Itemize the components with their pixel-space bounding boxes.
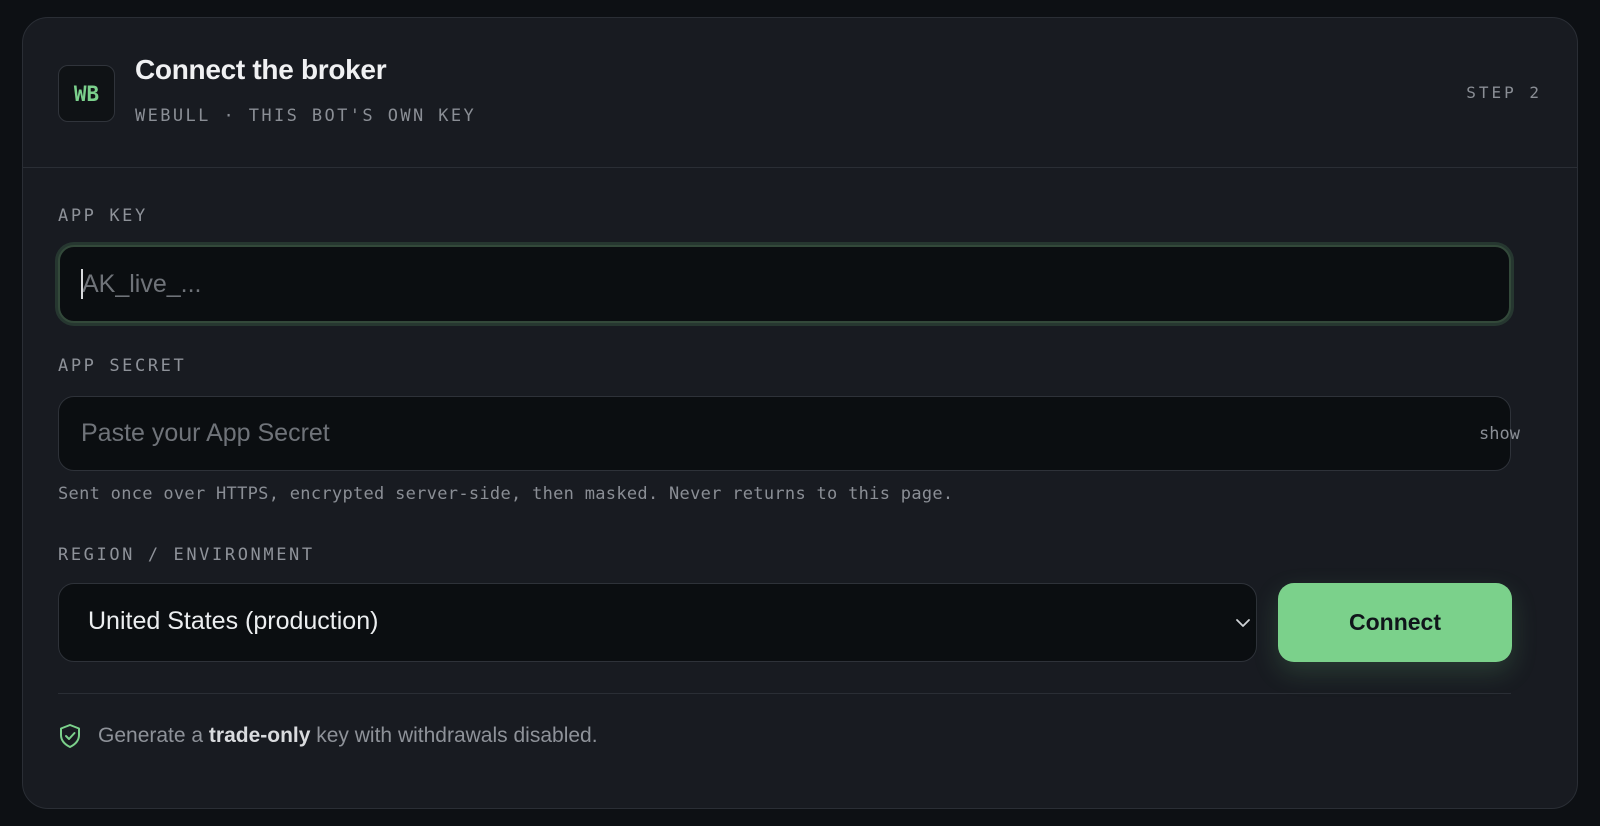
app-secret-input[interactable]	[58, 396, 1511, 471]
broker-logo: WB	[58, 65, 115, 122]
card-header: WB Connect the broker WEBULL · THIS BOT'…	[23, 18, 1577, 168]
region-label: REGION / ENVIRONMENT	[58, 545, 315, 565]
app-key-input[interactable]	[58, 245, 1511, 323]
app-key-label: APP KEY	[58, 206, 148, 226]
footer-note: Generate a trade-only key with withdrawa…	[58, 723, 598, 749]
note-suffix: key with withdrawals disabled.	[310, 724, 598, 747]
footer-note-text: Generate a trade-only key with withdrawa…	[98, 724, 598, 748]
page-title: Connect the broker	[135, 54, 387, 85]
step-indicator: STEP 2	[1466, 83, 1542, 102]
page-subtitle: WEBULL · THIS BOT'S OWN KEY	[135, 106, 477, 126]
region-select[interactable]: United States (production)	[58, 583, 1257, 662]
show-secret-toggle[interactable]: show	[1479, 424, 1520, 444]
connect-button[interactable]: Connect	[1278, 583, 1512, 662]
note-emphasis: trade-only	[208, 724, 311, 747]
note-prefix: Generate a	[98, 724, 209, 747]
footer-divider	[58, 693, 1511, 694]
connect-broker-card: WB Connect the broker WEBULL · THIS BOT'…	[22, 17, 1578, 809]
app-secret-label: APP SECRET	[58, 356, 187, 376]
shield-check-icon	[60, 724, 80, 748]
chevron-down-icon	[1236, 619, 1250, 627]
secret-security-hint: Sent once over HTTPS, encrypted server-s…	[58, 484, 954, 504]
text-cursor	[81, 269, 83, 299]
region-selected-value: United States (production)	[88, 607, 379, 635]
